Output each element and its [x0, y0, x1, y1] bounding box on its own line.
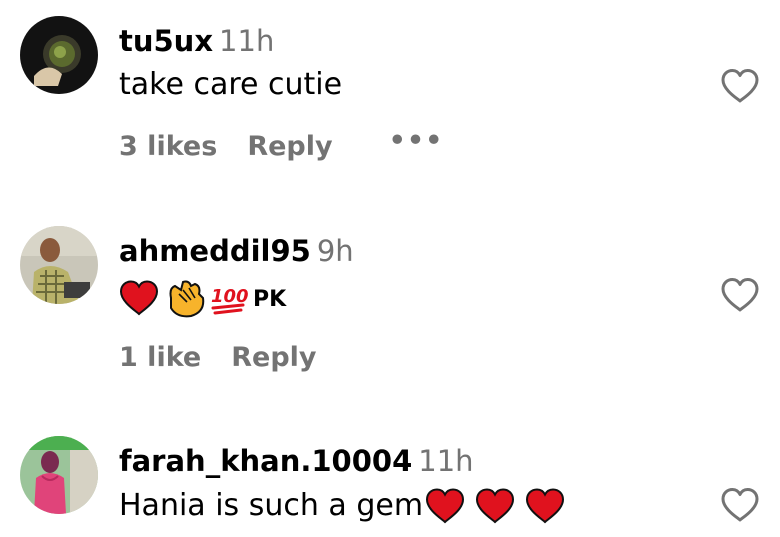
heart-outline-icon[interactable] [720, 68, 760, 104]
comment-text: Hania is such a gem [119, 488, 565, 524]
heart-outline-icon[interactable] [720, 277, 760, 313]
timestamp: 11h [418, 444, 474, 478]
clapping-hands-emoji-icon [169, 280, 205, 318]
username[interactable]: tu5ux [119, 24, 213, 58]
comment-actions: 1 like Reply [119, 344, 317, 371]
comment-header: tu5ux 11h [119, 27, 274, 56]
red-heart-emoji-icon [426, 488, 465, 524]
timestamp: 9h [316, 234, 354, 268]
username[interactable]: ahmeddil95 [119, 234, 311, 268]
comment-text: 100 PK [119, 278, 286, 318]
comment-header: ahmeddil95 9h [119, 237, 354, 266]
comment-header: farah_khan.10004 11h [119, 447, 474, 476]
comment-text: take care cutie [119, 67, 343, 102]
comment-suffix: PK [253, 287, 287, 312]
reply-button[interactable]: Reply [231, 344, 316, 371]
avatar[interactable] [20, 436, 98, 514]
heart-outline-icon[interactable] [720, 487, 760, 523]
reply-button[interactable]: Reply [247, 133, 332, 160]
avatar[interactable] [20, 16, 98, 94]
timestamp: 11h [219, 24, 275, 58]
comment-actions: 3 likes Reply ••• [119, 127, 443, 160]
avatar[interactable] [20, 226, 98, 304]
comment-text-content: Hania is such a gem [119, 488, 424, 523]
username[interactable]: farah_khan.10004 [119, 444, 412, 478]
likes-count[interactable]: 3 likes [119, 133, 217, 160]
hundred-points-emoji-icon: 100 [211, 286, 249, 315]
more-options-icon[interactable]: ••• [389, 127, 444, 154]
red-heart-emoji-icon [476, 488, 515, 524]
red-heart-emoji-icon [119, 280, 159, 316]
likes-count[interactable]: 1 like [119, 344, 201, 371]
red-heart-emoji-icon [526, 488, 565, 524]
